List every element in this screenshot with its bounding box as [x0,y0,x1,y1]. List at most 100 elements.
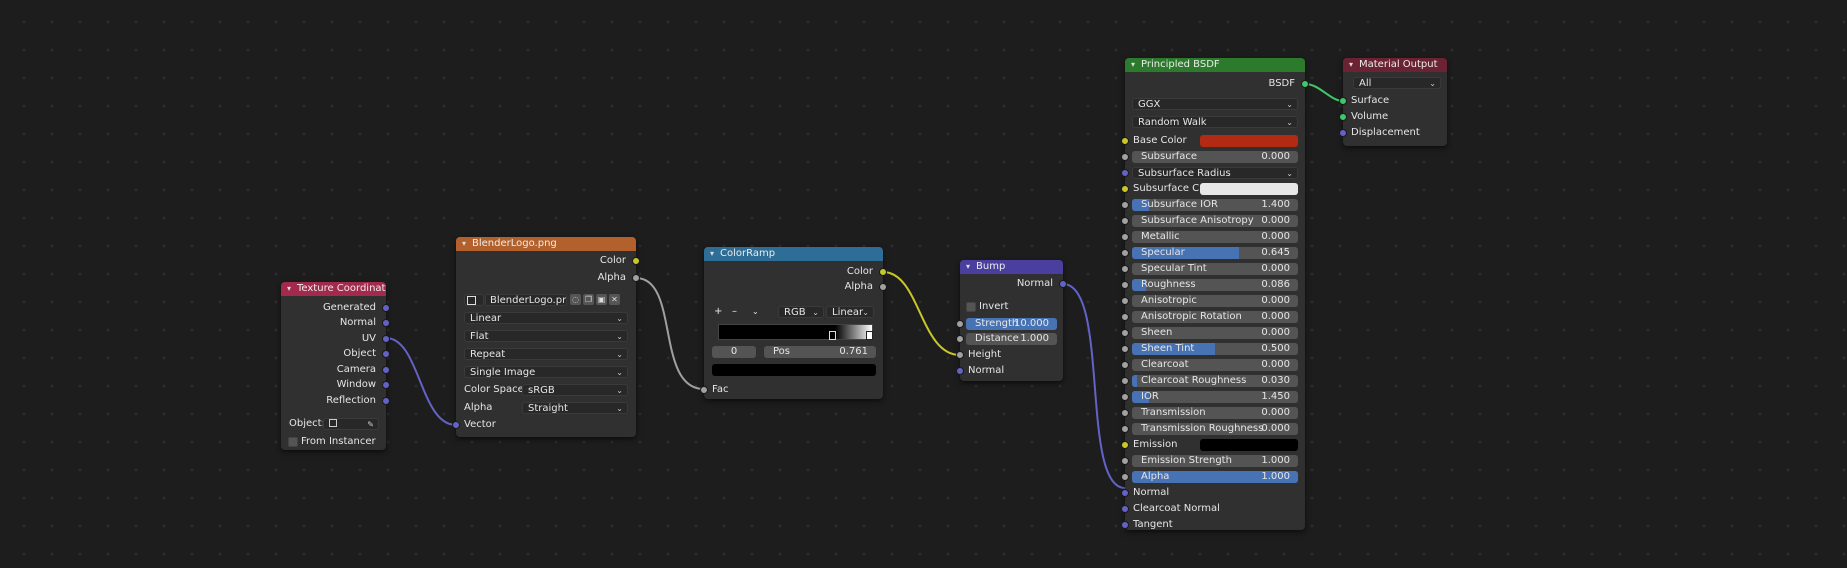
bsdf-slider[interactable]: Subsurface 0.000 [1132,151,1298,163]
distance-field[interactable]: Distance 1.000 [966,333,1057,345]
emission-strength-slider[interactable]: Emission Strength 1.000 [1132,455,1298,467]
alpha-mode-dropdown[interactable]: Straight ⌄ [522,402,628,414]
socket-icon[interactable] [1121,329,1129,337]
ramp-stop-black[interactable] [829,331,836,340]
socket-icon[interactable] [1121,393,1129,401]
socket-icon[interactable] [879,283,887,291]
colorramp-node[interactable]: ▾ ColorRamp Color Alpha + – ⌄ RGB ⌄ Linear… [700,247,887,399]
ramp-stop-white[interactable] [866,331,873,340]
alpha-slider[interactable]: Alpha 1.000 [1132,471,1298,483]
remove-stop-icon[interactable]: – [732,305,737,319]
socket-icon[interactable] [1121,201,1129,209]
unlink-close-icon[interactable]: ✕ [609,294,620,305]
subsurface-radius-dropdown[interactable]: Subsurface Radius ⌄ [1132,167,1298,179]
color-space-dropdown[interactable]: sRGB ⌄ [522,384,628,396]
socket-icon[interactable] [700,386,708,394]
socket-icon[interactable] [1121,409,1129,417]
node-header[interactable]: ▾ BlenderLogo.png [456,237,636,251]
bsdf-slider[interactable]: Anisotropic Rotation 0.000 [1132,311,1298,323]
base-color-swatch[interactable] [1200,135,1298,147]
bsdf-slider[interactable]: Specular 0.645 [1132,247,1298,259]
image-browse-button[interactable] [464,294,484,306]
socket-icon[interactable] [956,351,964,359]
stop-index-field[interactable]: 0 [712,346,756,358]
principled-bsdf-node[interactable]: ▾ Principled BSDF BSDF GGX ⌄ Random Walk ⌄ … [1121,58,1309,530]
socket-icon[interactable] [632,257,640,265]
stop-color-swatch[interactable] [712,364,876,376]
target-dropdown[interactable]: All ⌄ [1353,77,1441,89]
socket-icon[interactable] [1121,281,1129,289]
node-header[interactable]: ▾ Bump [960,260,1063,274]
socket-icon[interactable] [382,381,390,389]
fake-user-shield-icon[interactable]: ◌ [570,294,581,305]
bsdf-slider[interactable]: Roughness 0.086 [1132,279,1298,291]
socket-icon[interactable] [1121,441,1129,449]
bsdf-slider[interactable]: Anisotropic 0.000 [1132,295,1298,307]
node-header[interactable]: ▾ Material Output [1343,58,1447,72]
socket-icon[interactable] [382,304,390,312]
invert-checkbox[interactable] [966,302,976,312]
subsurface-method-dropdown[interactable]: Random Walk ⌄ [1132,116,1298,128]
collapse-chevron-icon[interactable]: ▾ [710,247,720,261]
eyedropper-icon[interactable]: ✎ [367,419,374,429]
stop-position-field[interactable]: Pos 0.761 [764,346,876,358]
bsdf-slider[interactable]: Transmission 0.000 [1132,407,1298,419]
socket-icon[interactable] [1121,169,1129,177]
socket-icon[interactable] [1339,113,1347,121]
socket-icon[interactable] [1121,361,1129,369]
bsdf-slider[interactable]: Transmission Roughness 0.000 [1132,423,1298,435]
distribution-dropdown[interactable]: GGX ⌄ [1132,98,1298,110]
bsdf-slider[interactable]: Metallic 0.000 [1132,231,1298,243]
socket-icon[interactable] [879,268,887,276]
ramp-interpolation-dropdown[interactable]: Linear ⌄ [826,306,874,318]
subsurface-color-swatch[interactable] [1200,183,1298,195]
socket-icon[interactable] [382,397,390,405]
duplicate-icon[interactable]: ❐ [583,294,594,305]
bsdf-slider[interactable]: Sheen Tint 0.500 [1132,343,1298,355]
socket-icon[interactable] [1121,265,1129,273]
object-picker[interactable]: ✎ [323,418,379,430]
collapse-chevron-icon[interactable]: ▾ [287,282,297,296]
socket-icon[interactable] [956,335,964,343]
socket-icon[interactable] [1121,249,1129,257]
socket-icon[interactable] [1121,185,1129,193]
socket-icon[interactable] [1121,153,1129,161]
source-dropdown[interactable]: Single Image ⌄ [464,366,628,378]
bsdf-slider[interactable]: Subsurface Anisotropy 0.000 [1132,215,1298,227]
node-header[interactable]: ▾ Texture Coordinate [281,282,386,296]
collapse-chevron-icon[interactable]: ▾ [966,260,976,274]
socket-icon[interactable] [1059,280,1067,288]
socket-icon[interactable] [1121,233,1129,241]
socket-icon[interactable] [1121,377,1129,385]
socket-icon[interactable] [1121,137,1129,145]
collapse-chevron-icon[interactable]: ▾ [462,237,472,251]
open-folder-icon[interactable]: ▣ [596,294,607,305]
chevron-down-icon[interactable]: ⌄ [752,305,759,319]
bsdf-slider[interactable]: Clearcoat 0.000 [1132,359,1298,371]
bsdf-slider[interactable]: Sheen 0.000 [1132,327,1298,339]
add-stop-icon[interactable]: + [714,305,722,319]
socket-icon[interactable] [1121,217,1129,225]
socket-icon[interactable] [1121,473,1129,481]
node-header[interactable]: ▾ ColorRamp [704,247,883,261]
texture-coordinate-node[interactable]: ▾ Texture Coordinate Generated Normal UV … [281,282,390,450]
socket-icon[interactable] [382,366,390,374]
socket-icon[interactable] [1121,297,1129,305]
image-name-field[interactable]: BlenderLogo.png [485,294,567,306]
socket-icon[interactable] [382,350,390,358]
socket-icon[interactable] [1121,505,1129,513]
image-texture-node[interactable]: ▾ BlenderLogo.png Color Alpha BlenderLogo… [452,237,640,437]
bump-node[interactable]: ▾ Bump Normal Invert Strength 10.000 Dist… [956,260,1067,381]
strength-field[interactable]: Strength 10.000 [966,318,1057,330]
bsdf-slider[interactable]: Subsurface IOR 1.400 [1132,199,1298,211]
bsdf-slider[interactable]: IOR 1.450 [1132,391,1298,403]
socket-icon[interactable] [1121,345,1129,353]
node-header[interactable]: ▾ Principled BSDF [1125,58,1305,72]
collapse-chevron-icon[interactable]: ▾ [1349,58,1359,72]
material-output-node[interactable]: ▾ Material Output All ⌄ Surface Volume Dis… [1339,58,1447,146]
socket-icon[interactable] [382,319,390,327]
emission-color-swatch[interactable] [1200,439,1298,451]
socket-icon[interactable] [956,320,964,328]
color-mode-dropdown[interactable]: RGB ⌄ [778,306,824,318]
socket-icon[interactable] [382,335,390,343]
